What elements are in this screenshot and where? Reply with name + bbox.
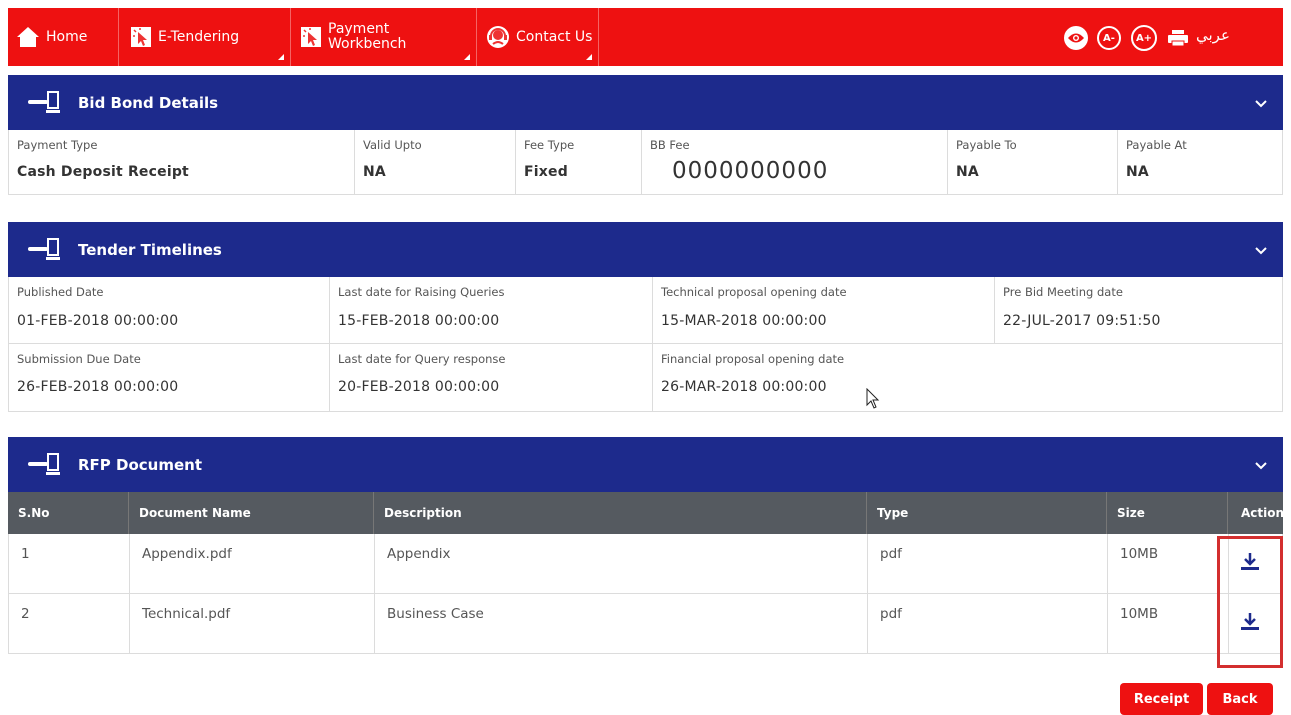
chevron-down-icon[interactable] (1255, 455, 1267, 474)
tender-timelines-body: Published Date 01-FEB-2018 00:00:00 Last… (8, 277, 1283, 412)
cell-size: 10MB (1108, 534, 1229, 593)
cell-type: pdf (868, 534, 1108, 593)
field-label: Technical proposal opening date (661, 285, 847, 299)
back-button[interactable]: Back (1207, 683, 1273, 715)
field-label: Pre Bid Meeting date (1003, 285, 1123, 299)
field-fee-type: Fee Type Fixed (516, 130, 642, 194)
cursor-click-icon (300, 26, 322, 48)
field-financial-opening: Financial proposal opening date 26-MAR-2… (653, 344, 1282, 411)
field-value: 22-JUL-2017 09:51:50 (1003, 313, 1161, 329)
nav-payment-label-2: Workbench (328, 36, 407, 52)
table-row: 1 Appendix.pdf Appendix pdf 10MB (8, 534, 1283, 594)
font-increase-icon[interactable]: A+ (1131, 25, 1157, 51)
chevron-down-icon[interactable] (1255, 240, 1267, 259)
action-highlight-box (1217, 536, 1283, 668)
field-label: Published Date (17, 285, 104, 299)
field-label: Valid Upto (363, 138, 422, 152)
col-type: Type (867, 492, 1107, 534)
field-label: Payable At (1126, 138, 1187, 152)
bid-bond-title: Bid Bond Details (78, 93, 219, 112)
field-raising-queries: Last date for Raising Queries 15-FEB-201… (330, 277, 653, 343)
cell-size: 10MB (1108, 594, 1229, 653)
field-value: 0000000000 (672, 158, 829, 184)
col-action: Action (1241, 506, 1285, 520)
nav-home[interactable]: Home (16, 8, 87, 66)
cell-sno: 1 (9, 534, 130, 593)
cell-sno: 2 (9, 594, 130, 653)
bid-bond-header[interactable]: Bid Bond Details (8, 75, 1283, 130)
field-value: 20-FEB-2018 00:00:00 (338, 379, 500, 395)
nav-payment-workbench[interactable]: Payment Workbench (300, 8, 406, 66)
cell-description: Business Case (375, 594, 868, 653)
top-nav: Home E-Tendering Payment Workbench Conta… (8, 8, 1283, 66)
headset-icon (486, 25, 510, 49)
mouse-cursor-icon (866, 387, 880, 414)
rfp-document-header[interactable]: RFP Document (8, 437, 1283, 492)
field-label: BB Fee (650, 138, 690, 152)
field-value: Cash Deposit Receipt (17, 164, 189, 180)
field-label: Financial proposal opening date (661, 352, 845, 366)
field-value: 01-FEB-2018 00:00:00 (17, 313, 179, 329)
cell-type: pdf (868, 594, 1108, 653)
field-value: Fixed (524, 164, 568, 180)
arabic-language-link[interactable]: عربي (1196, 26, 1230, 44)
chevron-down-icon[interactable] (1255, 93, 1267, 112)
field-label: Last date for Query response (338, 352, 506, 366)
field-pre-bid-meeting: Pre Bid Meeting date 22-JUL-2017 09:51:5… (995, 277, 1282, 343)
nav-payment-label-1: Payment (328, 21, 390, 37)
field-value: NA (363, 164, 386, 180)
font-decrease-icon[interactable]: A- (1097, 26, 1121, 50)
rfp-document-title: RFP Document (78, 455, 202, 474)
field-label: Payment Type (17, 138, 98, 152)
receipt-button[interactable]: Receipt (1120, 683, 1203, 715)
field-payment-type: Payment Type Cash Deposit Receipt (9, 130, 355, 194)
nav-etendering[interactable]: E-Tendering (130, 8, 239, 66)
eye-icon[interactable] (1064, 26, 1088, 50)
field-value: 15-FEB-2018 00:00:00 (338, 313, 500, 329)
field-label: Payable To (956, 138, 1017, 152)
field-value: 15-MAR-2018 00:00:00 (661, 313, 827, 329)
gavel-icon (28, 453, 64, 479)
nav-etendering-label: E-Tendering (158, 29, 240, 45)
nav-contact-label: Contact Us (516, 29, 593, 45)
tender-timelines-title: Tender Timelines (78, 240, 222, 259)
cursor-click-icon (130, 26, 152, 48)
field-valid-upto: Valid Upto NA (355, 130, 516, 194)
nav-home-label: Home (46, 29, 88, 45)
col-document-name: Document Name (129, 492, 374, 534)
table-row: 2 Technical.pdf Business Case pdf 10MB (8, 594, 1283, 654)
col-size: Size (1107, 492, 1228, 534)
field-value: NA (1126, 164, 1149, 180)
gavel-icon (28, 91, 64, 117)
rfp-table-header: S.No Document Name Description Type Size… (8, 492, 1285, 534)
field-label: Submission Due Date (17, 352, 141, 366)
bid-bond-body: Payment Type Cash Deposit Receipt Valid … (8, 130, 1283, 195)
printer-icon[interactable] (1168, 30, 1188, 46)
field-submission-due: Submission Due Date 26-FEB-2018 00:00:00 (9, 344, 330, 411)
field-value: 26-FEB-2018 00:00:00 (17, 379, 179, 395)
col-description: Description (374, 492, 867, 534)
field-bb-fee: BB Fee 0000000000 (642, 130, 948, 194)
field-value: NA (956, 164, 979, 180)
cell-document-name: Appendix.pdf (130, 534, 375, 593)
nav-contact-us[interactable]: Contact Us (486, 8, 592, 66)
gavel-icon (28, 238, 64, 264)
col-sno: S.No (8, 492, 129, 534)
tender-timelines-header[interactable]: Tender Timelines (8, 222, 1283, 277)
cell-document-name: Technical.pdf (130, 594, 375, 653)
field-payable-to: Payable To NA (948, 130, 1118, 194)
field-query-response: Last date for Query response 20-FEB-2018… (330, 344, 653, 411)
cell-description: Appendix (375, 534, 868, 593)
field-technical-opening: Technical proposal opening date 15-MAR-2… (653, 277, 995, 343)
field-label: Last date for Raising Queries (338, 285, 505, 299)
field-payable-at: Payable At NA (1118, 130, 1282, 194)
field-value: 26-MAR-2018 00:00:00 (661, 379, 827, 395)
home-icon (16, 26, 40, 48)
field-published-date: Published Date 01-FEB-2018 00:00:00 (9, 277, 330, 343)
field-label: Fee Type (524, 138, 575, 152)
